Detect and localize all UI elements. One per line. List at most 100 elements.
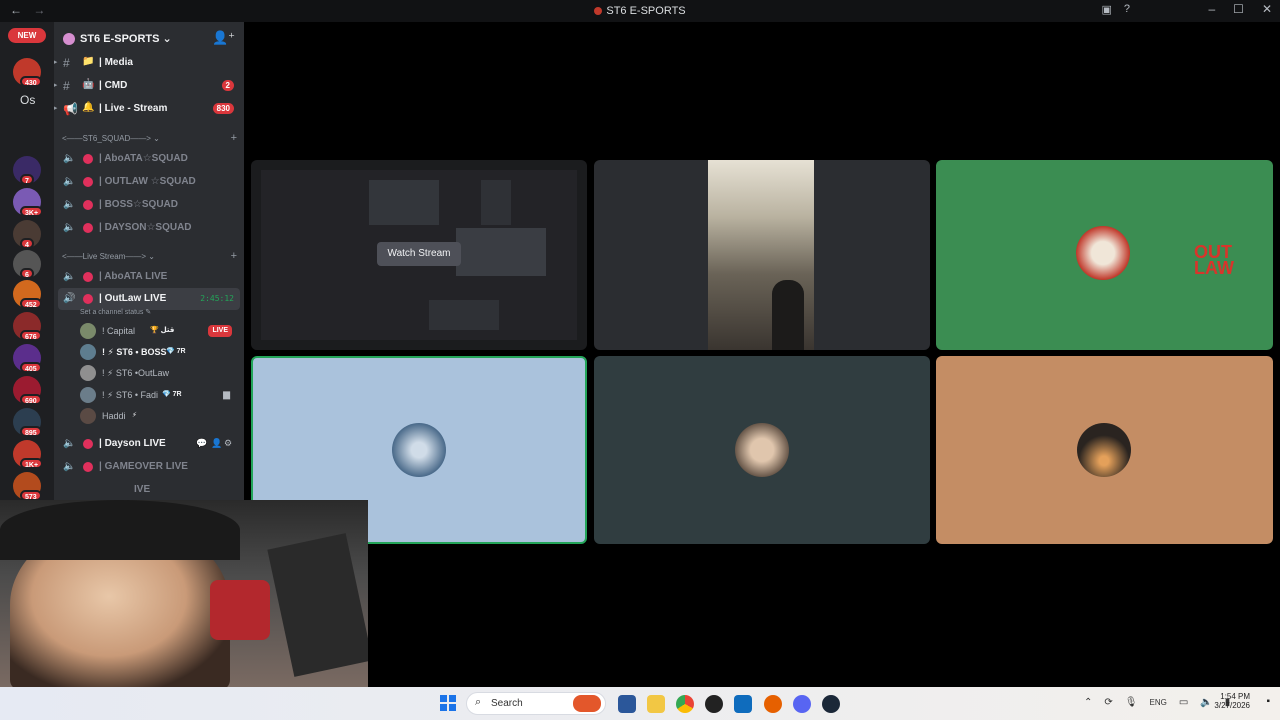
server-unread-badge: 4 xyxy=(20,238,34,249)
language-indicator[interactable]: ENG xyxy=(1149,698,1166,708)
taskbar-search[interactable]: ⌕ Search xyxy=(466,692,606,715)
voice-channel-gameover-live[interactable]: 🔈 | GAMEOVER LIVE xyxy=(54,456,244,478)
member-tag: 💎 7R xyxy=(162,391,182,398)
participant-tile[interactable] xyxy=(594,356,930,544)
search-icon: ⌕ xyxy=(475,696,482,708)
server-header[interactable]: ST6 E-SPORTS ⌄ 👤⁺ xyxy=(54,22,244,54)
avatar xyxy=(80,387,96,403)
participant-avatar xyxy=(1077,423,1131,477)
server-name: ST6 E-SPORTS ⌄ xyxy=(80,33,172,45)
add-channel-icon[interactable]: + xyxy=(231,132,237,144)
voice-channel-dayson-squad[interactable]: 🔈 | DAYSON☆SQUAD xyxy=(54,217,244,239)
mention-badge: 2 xyxy=(221,80,234,91)
server-unread-badge: 452 xyxy=(20,298,42,309)
sync-icon[interactable]: ⟳ xyxy=(1104,697,1112,708)
category-label: <——ST6_SQUAD——> xyxy=(62,134,151,143)
member-name: ! ⚡ ST6 • BOSS xyxy=(102,347,167,357)
avatar xyxy=(80,344,96,360)
voice-channel-partial[interactable]: IVE xyxy=(54,479,244,501)
stream-tile[interactable]: Watch Stream xyxy=(251,160,587,350)
collapse-arrow-icon: ▶ xyxy=(54,105,58,112)
server-unread-badge: 405 xyxy=(20,362,42,373)
inbox-icon[interactable]: ▣ xyxy=(1101,3,1111,16)
voice-member[interactable]: ! ⚡ ST6 •OutLaw xyxy=(80,363,240,383)
participant-tile[interactable] xyxy=(936,356,1273,544)
close-icon[interactable]: ✕ xyxy=(1262,2,1272,16)
speaker-icon: 🔈 xyxy=(63,153,76,164)
voice-channel-aboata-squad[interactable]: 🔈 | AboATA☆SQUAD xyxy=(54,148,244,170)
member-tag: ⚡ xyxy=(132,412,137,419)
red-dot-icon xyxy=(83,223,93,233)
voice-channel-outlaw-squad[interactable]: 🔈 | OUTLAW ☆SQUAD xyxy=(54,171,244,193)
voice-channel-boss-squad[interactable]: 🔈 | BOSS☆SQUAD xyxy=(54,194,244,216)
channel-label: IVE xyxy=(134,484,151,495)
live-badge: LIVE xyxy=(208,325,232,337)
channel-cmd[interactable]: ▶ # 🤖 | CMD 2 xyxy=(54,76,244,96)
photos-icon[interactable] xyxy=(734,695,752,713)
title-actions: ▣ ? xyxy=(1101,3,1130,16)
participant-tile[interactable]: OUT LAW xyxy=(936,160,1273,350)
stream-preview-window xyxy=(481,180,511,225)
network-icon[interactable]: ▭ xyxy=(1179,697,1188,708)
server-os[interactable]: Os xyxy=(20,93,35,107)
red-dot-icon xyxy=(83,462,93,472)
chrome-icon[interactable] xyxy=(676,695,694,713)
file-explorer-icon[interactable] xyxy=(647,695,665,713)
camera-icon: ▆ xyxy=(223,389,230,399)
collapse-arrow-icon: ▶ xyxy=(54,59,58,66)
channel-status-hint[interactable]: Set a channel status ✎ xyxy=(80,308,230,316)
outlaw-logo: OUT LAW xyxy=(1194,242,1234,278)
category-squad[interactable]: <——ST6_SQUAD——> ⌄ + xyxy=(62,132,237,148)
folder-icon: 📁 xyxy=(82,56,95,67)
participant-avatar xyxy=(735,423,789,477)
new-badge[interactable]: NEW xyxy=(8,28,46,43)
search-placeholder: Search xyxy=(491,698,523,709)
category-live[interactable]: <——Live Stream——> ⌄ + xyxy=(62,250,237,266)
maximize-icon[interactable]: ☐ xyxy=(1233,2,1244,16)
video-tile[interactable] xyxy=(594,160,930,350)
notification-icon[interactable]: ▪ xyxy=(1266,696,1270,707)
clock-date: 3/27/2026 xyxy=(1214,701,1250,710)
avatar xyxy=(80,408,96,424)
voice-member[interactable]: ! ⚡ ST6 • BOSS 💎 7R xyxy=(80,342,240,362)
server-unread-badge: 895 xyxy=(20,426,42,437)
channel-media[interactable]: ▶ # 📁 | Media xyxy=(54,53,244,73)
voice-channel-outlaw-live[interactable]: 🔊 | OutLaw LIVE 2:45:12 xyxy=(58,288,240,310)
chat-icon[interactable]: 💬 xyxy=(196,438,207,449)
windows-start-icon[interactable] xyxy=(440,695,456,711)
voice-channel-dayson-live[interactable]: 🔈 | Dayson LIVE 💬 👤 ⚙ xyxy=(54,433,244,455)
discord-icon[interactable] xyxy=(793,695,811,713)
server-unread-badge: 3K+ xyxy=(20,206,44,217)
channel-label: | GAMEOVER LIVE xyxy=(99,461,188,472)
channel-label: | Live - Stream xyxy=(99,103,168,114)
chevron-up-icon[interactable]: ⌃ xyxy=(1084,697,1092,708)
voice-channel-aboata-live[interactable]: 🔈 | AboATA LIVE xyxy=(54,266,244,288)
hash-icon: # xyxy=(63,56,70,70)
channel-label: | OutLaw LIVE xyxy=(99,293,167,304)
firefox-icon[interactable] xyxy=(764,695,782,713)
help-icon[interactable]: ? xyxy=(1124,3,1130,16)
mention-badge: 830 xyxy=(212,103,234,114)
system-tray: ⌃ ⟳ 🎙 ENG ▭ 🔈 ▮ xyxy=(1084,697,1230,708)
steam-icon[interactable] xyxy=(822,695,840,713)
stream-preview-window xyxy=(429,300,499,330)
stream-preview-window xyxy=(369,180,439,225)
voice-member[interactable]: Haddi ⚡ xyxy=(80,406,240,426)
watch-stream-button[interactable]: Watch Stream xyxy=(377,242,461,266)
voice-member[interactable]: ! Capital 🏆 قتل LIVE xyxy=(80,321,240,341)
minimize-icon[interactable]: – xyxy=(1208,2,1215,16)
voice-member[interactable]: ! ⚡ ST6 • Fadi 💎 7R ▆ xyxy=(80,385,240,405)
obs-icon[interactable] xyxy=(705,695,723,713)
taskbar-app-icon[interactable] xyxy=(618,695,636,713)
settings-gear-icon[interactable]: ⚙ xyxy=(224,438,232,449)
channel-label: | BOSS☆SQUAD xyxy=(99,199,178,210)
invite-user-icon[interactable]: 👤⁺ xyxy=(212,30,235,46)
camera-feed xyxy=(708,160,814,350)
channel-live-stream[interactable]: ▶ 📢 🔔 | Live - Stream 830 xyxy=(54,99,244,119)
volume-icon[interactable]: 🔈 xyxy=(1200,697,1212,708)
microphone-icon[interactable]: 🎙 xyxy=(1125,697,1138,708)
speaker-connected-icon: 🔊 xyxy=(63,293,76,304)
add-channel-icon[interactable]: + xyxy=(231,250,237,262)
add-member-icon[interactable]: 👤 xyxy=(211,438,222,449)
server-logo-icon xyxy=(594,7,603,16)
